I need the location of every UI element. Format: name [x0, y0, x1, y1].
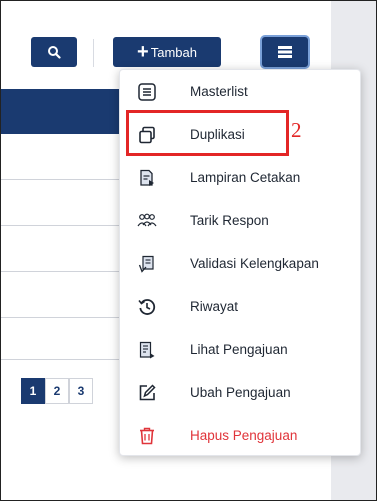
menu-item-label: Tarik Respon: [190, 213, 269, 228]
menu-item-hapus-pengajuan[interactable]: Hapus Pengajuan: [120, 414, 362, 457]
print-attachment-icon: [136, 167, 158, 189]
validate-doc-icon: [136, 253, 158, 275]
menu-item-label: Lihat Pengajuan: [190, 342, 288, 357]
menu-item-lihat-pengajuan[interactable]: Lihat Pengajuan: [120, 328, 362, 371]
page-button-1[interactable]: 1: [21, 378, 45, 404]
trash-icon: [136, 425, 158, 447]
page-button-2[interactable]: 2: [45, 378, 69, 404]
menu-item-label: Ubah Pengajuan: [190, 385, 291, 400]
menu-item-label: Lampiran Cetakan: [190, 170, 301, 185]
annotation-highlight-box: [126, 110, 289, 156]
toolbar-divider: [93, 39, 94, 67]
menu-item-riwayat[interactable]: Riwayat: [120, 285, 362, 328]
menu-item-label: Hapus Pengajuan: [190, 428, 298, 443]
add-button-label: Tambah: [150, 44, 197, 60]
menu-item-label: Validasi Kelengkapan: [190, 256, 319, 271]
menu-item-label: Masterlist: [190, 84, 248, 99]
annotation-step-number: 2: [291, 118, 302, 142]
plus-icon: +: [137, 41, 149, 63]
menu-item-ubah-pengajuan[interactable]: Ubah Pengajuan: [120, 371, 362, 414]
history-icon: [136, 296, 158, 318]
search-button[interactable]: [31, 37, 77, 67]
menu-item-masterlist[interactable]: Masterlist: [120, 70, 362, 113]
add-button[interactable]: + Tambah: [113, 37, 221, 67]
view-doc-icon: [136, 339, 158, 361]
menu-icon: [278, 46, 292, 58]
edit-icon: [136, 382, 158, 404]
pagination: 1 2 3: [21, 378, 93, 404]
list-icon: [136, 81, 158, 103]
menu-item-tarik-respon[interactable]: Tarik Respon: [120, 199, 362, 242]
more-actions-button[interactable]: [260, 35, 310, 69]
screenshot-frame: + Tambah 1 2 3 Masterlist Duplikasi Lamp…: [0, 0, 377, 501]
menu-item-label: Riwayat: [190, 299, 239, 314]
menu-item-lampiran-cetakan[interactable]: Lampiran Cetakan: [120, 156, 362, 199]
page-button-3[interactable]: 3: [69, 378, 93, 404]
group-icon: [136, 210, 158, 232]
menu-item-validasi-kelengkapan[interactable]: Validasi Kelengkapan: [120, 242, 362, 285]
search-icon: [48, 46, 61, 59]
